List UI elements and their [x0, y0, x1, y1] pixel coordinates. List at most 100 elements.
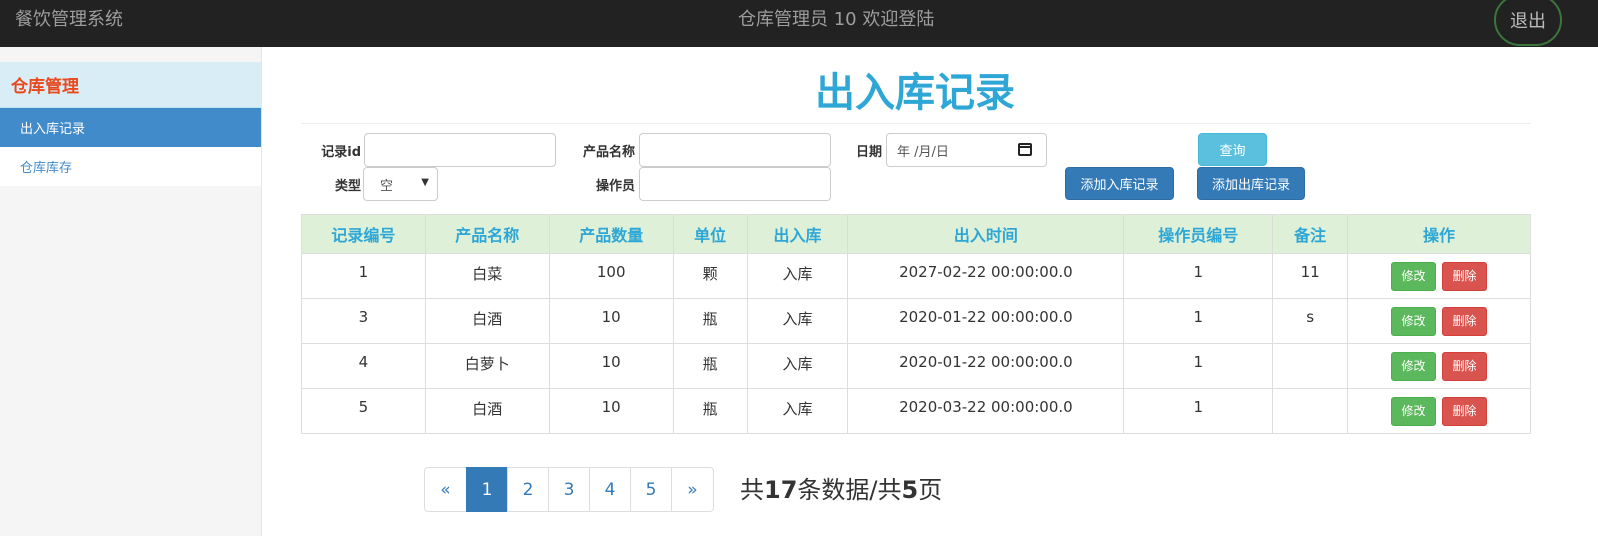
delete-button[interactable]: 删除 — [1442, 262, 1488, 291]
cell-remark: 11 — [1272, 253, 1349, 299]
add-inbound-record-button[interactable]: 添加入库记录 — [1065, 167, 1174, 200]
query-button[interactable]: 查询 — [1198, 133, 1267, 166]
cell-product-name: 白萝卜 — [424, 343, 550, 389]
column-header: 备注 — [1272, 214, 1349, 254]
operator-label: 操作员 — [595, 179, 635, 194]
cell-record-id: 1 — [301, 253, 426, 299]
record-id-input[interactable] — [364, 133, 556, 167]
cell-direction: 入库 — [746, 298, 849, 344]
edit-button[interactable]: 修改 — [1391, 307, 1437, 336]
cell-product-name: 白菜 — [424, 253, 550, 299]
table-row: 5 白酒 10 瓶 入库 2020-03-22 00:00:00.0 1 修改删… — [301, 388, 1531, 434]
cell-time: 2020-01-22 00:00:00.0 — [847, 298, 1125, 344]
brand-title[interactable]: 餐饮管理系统 — [15, 5, 123, 31]
column-header: 记录编号 — [301, 214, 426, 254]
cell-quantity: 10 — [548, 343, 674, 389]
type-selected-value: 空 — [380, 178, 394, 194]
cell-time: 2020-03-22 00:00:00.0 — [847, 388, 1125, 434]
sidebar: 仓库管理 出入库记录 仓库库存 — [0, 47, 262, 536]
cell-record-id: 4 — [301, 343, 426, 389]
cell-remark — [1272, 343, 1349, 389]
table-header-row: 记录编号 产品名称 产品数量 单位 出入库 出入时间 操作员编号 备注 操作 — [301, 214, 1531, 254]
pagination-prev-button[interactable]: « — [424, 467, 467, 512]
cell-operator-id: 1 — [1123, 343, 1274, 389]
cell-direction: 入库 — [746, 388, 849, 434]
edit-button[interactable]: 修改 — [1391, 262, 1437, 291]
cell-time: 2020-01-22 00:00:00.0 — [847, 343, 1125, 389]
cell-unit: 瓶 — [672, 298, 748, 344]
total-records: 17 — [764, 476, 798, 504]
cell-operator-id: 1 — [1123, 388, 1274, 434]
cell-product-name: 白酒 — [424, 298, 550, 344]
summary-prefix: 共 — [740, 476, 764, 504]
logout-button[interactable]: 退出 — [1494, 0, 1562, 46]
calendar-icon[interactable] — [1018, 143, 1032, 156]
welcome-text: 仓库管理员 10 欢迎登陆 — [738, 9, 935, 30]
cell-operator-id: 1 — [1123, 253, 1274, 299]
delete-button[interactable]: 删除 — [1442, 307, 1488, 336]
cell-time: 2027-02-22 00:00:00.0 — [847, 253, 1125, 299]
delete-button[interactable]: 删除 — [1442, 397, 1488, 426]
cell-unit: 瓶 — [672, 388, 748, 434]
cell-quantity: 10 — [548, 298, 674, 344]
column-header: 单位 — [672, 214, 748, 254]
type-select[interactable]: 空 ▼ — [363, 167, 438, 201]
column-header: 操作 — [1347, 214, 1531, 254]
cell-unit: 颗 — [672, 253, 748, 299]
pagination-page-1[interactable]: 1 — [466, 467, 508, 512]
column-header: 产品数量 — [548, 214, 674, 254]
cell-remark: s — [1272, 298, 1349, 344]
record-id-label: 记录id — [321, 145, 361, 160]
edit-button[interactable]: 修改 — [1391, 352, 1437, 381]
cell-record-id: 5 — [301, 388, 426, 434]
summary-mid: 条数据/共 — [797, 476, 902, 504]
pagination: « 1 2 3 4 5 » — [424, 467, 714, 512]
table-row: 3 白酒 10 瓶 入库 2020-01-22 00:00:00.0 1 s 修… — [301, 298, 1531, 344]
type-label: 类型 — [334, 179, 361, 194]
chevron-down-icon: ▼ — [421, 177, 429, 188]
cell-operator-id: 1 — [1123, 298, 1274, 344]
top-navbar: 餐饮管理系统 仓库管理员 10 欢迎登陆 退出 — [0, 0, 1598, 47]
delete-button[interactable]: 删除 — [1442, 352, 1488, 381]
column-header: 出入库 — [746, 214, 849, 254]
table-row: 1 白菜 100 颗 入库 2027-02-22 00:00:00.0 1 11… — [301, 253, 1531, 299]
records-table: 记录编号 产品名称 产品数量 单位 出入库 出入时间 操作员编号 备注 操作 1… — [301, 214, 1531, 434]
cell-remark — [1272, 388, 1349, 434]
sidebar-heading: 仓库管理 — [0, 62, 261, 108]
total-pages: 5 — [901, 476, 919, 504]
cell-direction: 入库 — [746, 253, 849, 299]
sidebar-item-stock-records[interactable]: 出入库记录 — [0, 108, 261, 147]
pagination-page-3[interactable]: 3 — [548, 467, 590, 512]
pagination-page-2[interactable]: 2 — [507, 467, 549, 512]
cell-unit: 瓶 — [672, 343, 748, 389]
pagination-summary: 共17条数据/共5页 — [740, 470, 942, 505]
pagination-page-4[interactable]: 4 — [589, 467, 631, 512]
table-row: 4 白萝卜 10 瓶 入库 2020-01-22 00:00:00.0 1 修改… — [301, 343, 1531, 389]
title-divider — [301, 123, 1531, 124]
date-input[interactable]: 年 /月/日 — [886, 133, 1047, 167]
page-title: 出入库记录 — [815, 70, 1015, 116]
cell-direction: 入库 — [746, 343, 849, 389]
cell-quantity: 10 — [548, 388, 674, 434]
date-label: 日期 — [855, 145, 882, 160]
cell-quantity: 100 — [548, 253, 674, 299]
pagination-next-button[interactable]: » — [671, 467, 714, 512]
operator-input[interactable] — [639, 167, 831, 201]
cell-record-id: 3 — [301, 298, 426, 344]
summary-suffix: 页 — [918, 476, 943, 504]
cell-actions: 修改 删除 — [1347, 253, 1531, 299]
add-outbound-record-button[interactable]: 添加出库记录 — [1197, 167, 1305, 200]
edit-button[interactable]: 修改 — [1391, 397, 1437, 426]
cell-actions: 修改 删除 — [1347, 388, 1531, 434]
product-name-label: 产品名称 — [582, 145, 635, 160]
column-header: 操作员编号 — [1123, 214, 1274, 254]
date-placeholder: 年 /月/日 — [897, 144, 949, 160]
column-header: 产品名称 — [424, 214, 550, 254]
cell-actions: 修改 删除 — [1347, 298, 1531, 344]
column-header: 出入时间 — [847, 214, 1125, 254]
sidebar-item-warehouse-inventory[interactable]: 仓库库存 — [0, 147, 261, 186]
cell-product-name: 白酒 — [424, 388, 550, 434]
product-name-input[interactable] — [639, 133, 831, 167]
cell-actions: 修改 删除 — [1347, 343, 1531, 389]
pagination-page-5[interactable]: 5 — [630, 467, 672, 512]
